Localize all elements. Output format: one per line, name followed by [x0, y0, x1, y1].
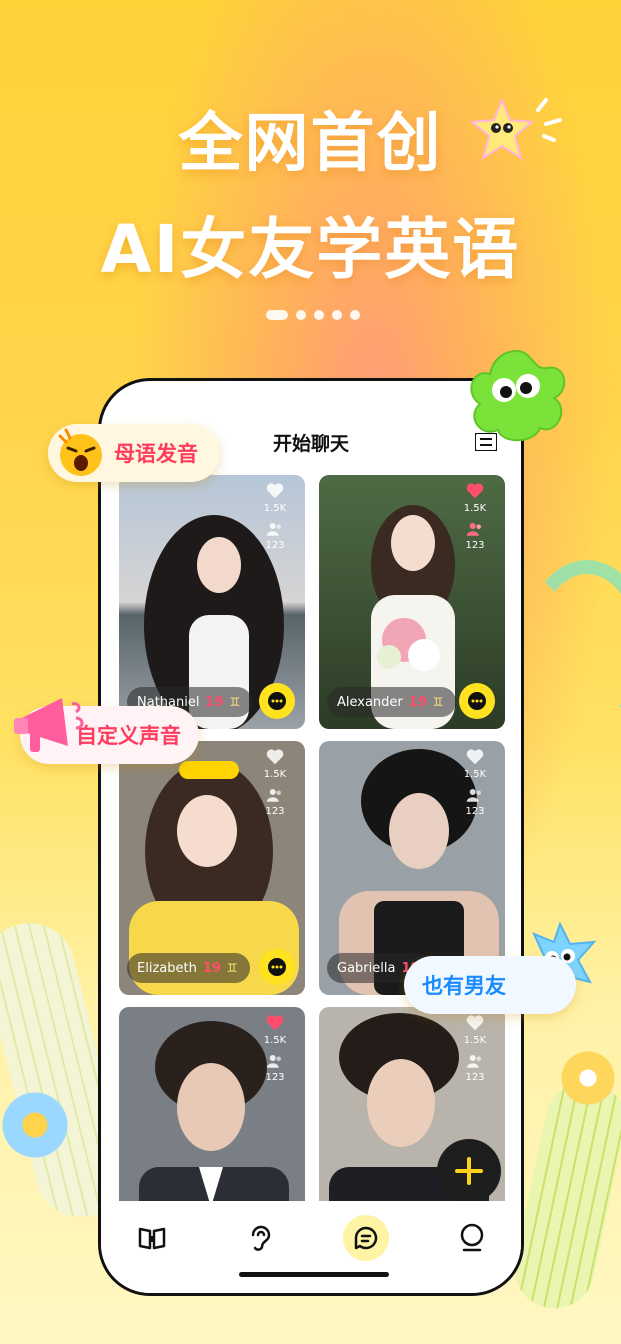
- boyfriend-badge: 也有男友: [404, 956, 576, 1014]
- character-card[interactable]: 1.5K 123 Alexander 19 ♊: [319, 475, 505, 729]
- name-pill: Alexander 19 ♊: [327, 687, 456, 717]
- chat-icon: [354, 1226, 378, 1250]
- zodiac-icon: ♊: [229, 695, 241, 709]
- likes-count: 1.5K: [263, 1035, 287, 1046]
- likes-count: 1.5K: [463, 1035, 487, 1046]
- carousel-dot[interactable]: [296, 310, 306, 320]
- chat-button[interactable]: [259, 949, 295, 985]
- ear-icon: [251, 1225, 271, 1251]
- book-icon: [138, 1227, 166, 1250]
- heart-icon[interactable]: [266, 749, 284, 765]
- users-count: 123: [465, 1072, 485, 1083]
- character-name: Alexander: [337, 694, 403, 710]
- tab-chat[interactable]: [343, 1215, 389, 1261]
- carousel-dot[interactable]: [332, 310, 342, 320]
- tab-profile[interactable]: [449, 1215, 495, 1261]
- custom-voice-badge: 自定义声音: [14, 698, 199, 764]
- chat-button[interactable]: [259, 683, 295, 719]
- profile-icon: [460, 1223, 484, 1252]
- heart-icon[interactable]: [466, 483, 484, 499]
- carousel-dot-active[interactable]: [266, 310, 288, 320]
- likes-count: 1.5K: [463, 769, 487, 780]
- zodiac-icon: ♊: [226, 961, 238, 975]
- card-stats: 1.5K 123: [455, 483, 495, 559]
- likes-count: 1.5K: [463, 503, 487, 514]
- flower-decoration-right: [560, 1050, 616, 1106]
- users-icon: [466, 789, 481, 802]
- native-pronunciation-badge: 母语发音: [48, 424, 220, 482]
- native-pronunciation-label: 母语发音: [114, 442, 198, 466]
- character-age: 19: [408, 694, 427, 710]
- likes-count: 1.5K: [263, 503, 287, 514]
- likes-count: 1.5K: [263, 769, 287, 780]
- users-icon: [266, 523, 281, 536]
- phone-frame: 开始聊天 1.5K 123 Nathaniel 19 ♊ 1.5K 123 Al…: [98, 378, 524, 1296]
- character-card[interactable]: 1.5K 123 Nathaniel 19 ♊: [119, 475, 305, 729]
- star-mascot-icon: [470, 98, 534, 161]
- card-stats: 1.5K 123: [255, 749, 295, 825]
- heart-icon[interactable]: [266, 483, 284, 499]
- boyfriend-label: 也有男友: [422, 974, 506, 998]
- chat-bubble-icon: [268, 958, 286, 976]
- heart-icon[interactable]: [466, 749, 484, 765]
- users-icon: [466, 1055, 481, 1068]
- custom-voice-label: 自定义声音: [76, 724, 181, 748]
- name-pill: Elizabeth 19 ♊: [127, 953, 250, 983]
- card-stats: 1.5K 123: [455, 1015, 495, 1091]
- plus-icon: [455, 1157, 483, 1185]
- shouting-emoji-icon: [58, 428, 102, 476]
- green-mascot-icon: [470, 349, 566, 442]
- bottom-tab-bar: [101, 1201, 521, 1293]
- flower-decoration-left: [0, 1090, 70, 1160]
- heart-icon[interactable]: [466, 1015, 484, 1031]
- add-character-button[interactable]: [437, 1139, 501, 1203]
- character-name: Gabriella: [337, 960, 396, 976]
- zodiac-icon: ♊: [432, 695, 444, 709]
- users-count: 123: [465, 540, 485, 551]
- chat-bubble-icon: [268, 692, 286, 710]
- corn-decoration-right: [506, 1074, 621, 1316]
- spark-lines-icon: [536, 98, 562, 142]
- hero-title-line2: AI女友学英语: [100, 211, 521, 288]
- ribbon-decoration: [523, 560, 621, 738]
- heart-icon[interactable]: [266, 1015, 284, 1031]
- card-stats: 1.5K 123: [255, 483, 295, 559]
- chat-bubble-icon: [468, 692, 486, 710]
- tab-listen[interactable]: [237, 1215, 283, 1261]
- users-count: 123: [465, 806, 485, 817]
- carousel-dots: [266, 310, 360, 320]
- users-icon: [266, 789, 281, 802]
- character-card[interactable]: 1.5K 123 Elizabeth 19 ♊: [119, 741, 305, 995]
- users-count: 123: [265, 540, 285, 551]
- users-icon: [466, 523, 481, 536]
- users-count: 123: [265, 1072, 285, 1083]
- chat-button[interactable]: [459, 683, 495, 719]
- users-count: 123: [265, 806, 285, 817]
- carousel-dot[interactable]: [350, 310, 360, 320]
- character-name: Elizabeth: [137, 960, 197, 976]
- character-age: 19: [205, 694, 224, 710]
- card-stats: 1.5K 123: [255, 1015, 295, 1091]
- tab-book[interactable]: [129, 1215, 175, 1261]
- megaphone-icon: [14, 698, 84, 752]
- users-icon: [266, 1055, 281, 1068]
- home-indicator: [239, 1272, 389, 1277]
- character-age: 19: [202, 960, 221, 976]
- card-stats: 1.5K 123: [455, 749, 495, 825]
- carousel-dot[interactable]: [314, 310, 324, 320]
